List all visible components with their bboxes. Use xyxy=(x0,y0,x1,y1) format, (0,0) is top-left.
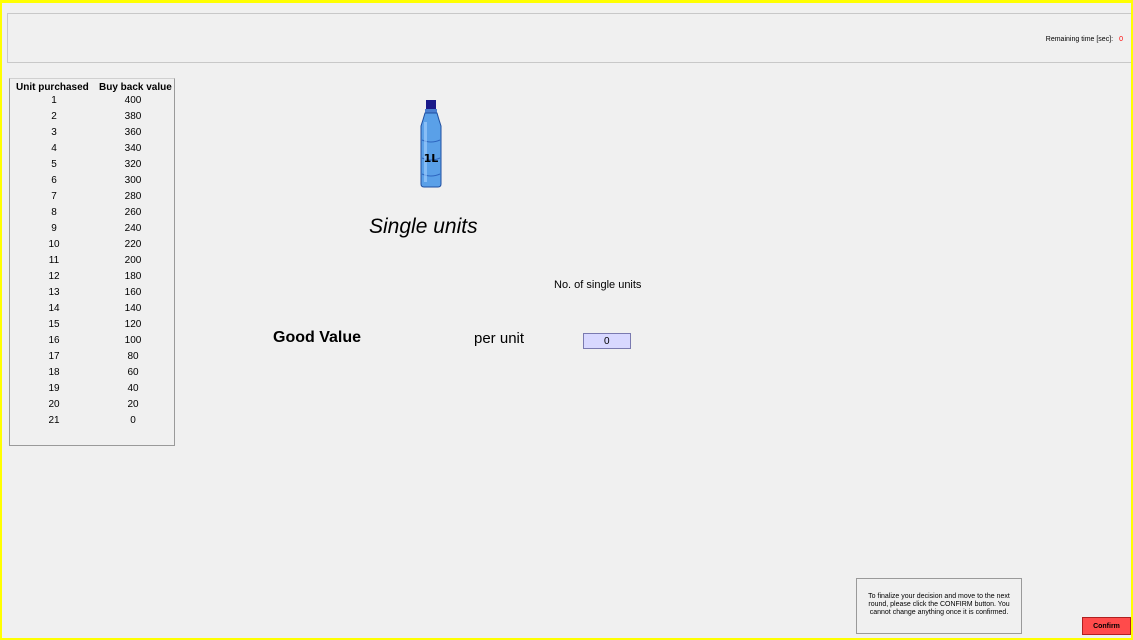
buy-back-value-cell: 220 xyxy=(124,239,142,250)
unit-purchased-cell: 4 xyxy=(51,143,57,154)
buy-back-value-cell: 200 xyxy=(124,255,142,266)
table-row: 4 340 xyxy=(10,143,174,159)
remaining-time-label: Remaining time [sec]: xyxy=(1045,36,1114,43)
table-header-buy-back-value: Buy back value xyxy=(99,82,172,93)
buy-back-value-cell: 180 xyxy=(124,271,142,282)
header-bar: Remaining time [sec]: 0 xyxy=(7,13,1131,63)
unit-purchased-cell: 6 xyxy=(51,175,57,186)
table-row: 16 100 xyxy=(10,335,174,351)
unit-purchased-cell: 17 xyxy=(48,351,60,362)
table-row: 20 20 xyxy=(10,399,174,415)
table-row: 9 240 xyxy=(10,223,174,239)
confirm-button[interactable]: Confirm xyxy=(1082,617,1131,635)
buy-back-value-cell: 340 xyxy=(124,143,142,154)
unit-purchased-cell: 20 xyxy=(48,399,60,410)
unit-purchased-cell: 8 xyxy=(51,207,57,218)
unit-purchased-cell: 5 xyxy=(51,159,57,170)
unit-purchased-cell: 9 xyxy=(51,223,57,234)
buy-back-value-cell: 120 xyxy=(124,319,142,330)
table-row: 2 380 xyxy=(10,111,174,127)
table-row: 15 120 xyxy=(10,319,174,335)
unit-purchased-cell: 1 xyxy=(51,95,57,106)
table-row: 10 220 xyxy=(10,239,174,255)
unit-purchased-cell: 11 xyxy=(48,255,60,266)
buy-back-value-cell: 140 xyxy=(124,303,142,314)
table-row: 6 300 xyxy=(10,175,174,191)
table-row: 17 80 xyxy=(10,351,174,367)
table-row: 13 160 xyxy=(10,287,174,303)
buy-back-value-cell: 400 xyxy=(124,95,142,106)
table-row: 12 180 xyxy=(10,271,174,287)
buy-back-value-cell: 300 xyxy=(124,175,142,186)
unit-purchased-cell: 16 xyxy=(48,335,60,346)
buy-back-value-cell: 60 xyxy=(127,367,139,378)
buyback-table: Unit purchased Buy back value 1 400 2 380 3 3… xyxy=(9,78,175,446)
unit-purchased-cell: 19 xyxy=(48,383,60,394)
buy-back-value-cell: 20 xyxy=(127,399,139,410)
table-row: 3 360 xyxy=(10,127,174,143)
unit-purchased-cell: 18 xyxy=(48,367,60,378)
water-bottle-1l-icon: 1L xyxy=(420,100,442,188)
table-header-unit-purchased: Unit purchased xyxy=(16,82,89,93)
unit-purchased-cell: 15 xyxy=(48,319,60,330)
buy-back-value-cell: 320 xyxy=(124,159,142,170)
unit-purchased-cell: 21 xyxy=(48,415,60,426)
per-unit-label: per unit xyxy=(474,330,525,347)
table-row: 1 400 xyxy=(10,95,174,111)
buy-back-value-cell: 0 xyxy=(130,415,136,426)
unit-purchased-cell: 10 xyxy=(48,239,60,250)
buy-back-value-cell: 380 xyxy=(124,111,142,122)
unit-purchased-cell: 7 xyxy=(51,191,57,202)
buy-back-value-cell: 160 xyxy=(124,287,142,298)
table-row: 7 280 xyxy=(10,191,174,207)
buy-back-value-cell: 360 xyxy=(124,127,142,138)
table-row: 19 40 xyxy=(10,383,174,399)
table-row: 14 140 xyxy=(10,303,174,319)
unit-purchased-cell: 3 xyxy=(51,127,57,138)
buy-back-value-cell: 80 xyxy=(127,351,139,362)
unit-purchased-cell: 13 xyxy=(48,287,60,298)
quantity-label: No. of single units xyxy=(554,279,642,291)
unit-purchased-cell: 14 xyxy=(48,303,60,314)
buy-back-value-cell: 260 xyxy=(124,207,142,218)
table-row: 18 60 xyxy=(10,367,174,383)
remaining-time-value: 0 xyxy=(1119,36,1123,43)
table-row: 5 320 xyxy=(10,159,174,175)
buy-back-value-cell: 100 xyxy=(124,335,142,346)
remaining-time: Remaining time [sec]: 0 xyxy=(1046,36,1123,43)
price-label: Good Value xyxy=(273,329,362,346)
unit-purchased-cell: 2 xyxy=(51,111,57,122)
buy-back-value-cell: 280 xyxy=(124,191,142,202)
unit-purchased-cell: 12 xyxy=(48,271,60,282)
confirm-instructions: To finalize your decision and move to th… xyxy=(856,578,1022,634)
quantity-input[interactable] xyxy=(583,333,631,349)
product-title: Single units xyxy=(369,215,478,238)
bottle-label: 1L xyxy=(424,152,439,165)
buy-back-value-cell: 240 xyxy=(124,223,142,234)
table-row: 11 200 xyxy=(10,255,174,271)
table-row: 8 260 xyxy=(10,207,174,223)
table-row: 21 0 xyxy=(10,415,174,431)
buy-back-value-cell: 40 xyxy=(127,383,139,394)
